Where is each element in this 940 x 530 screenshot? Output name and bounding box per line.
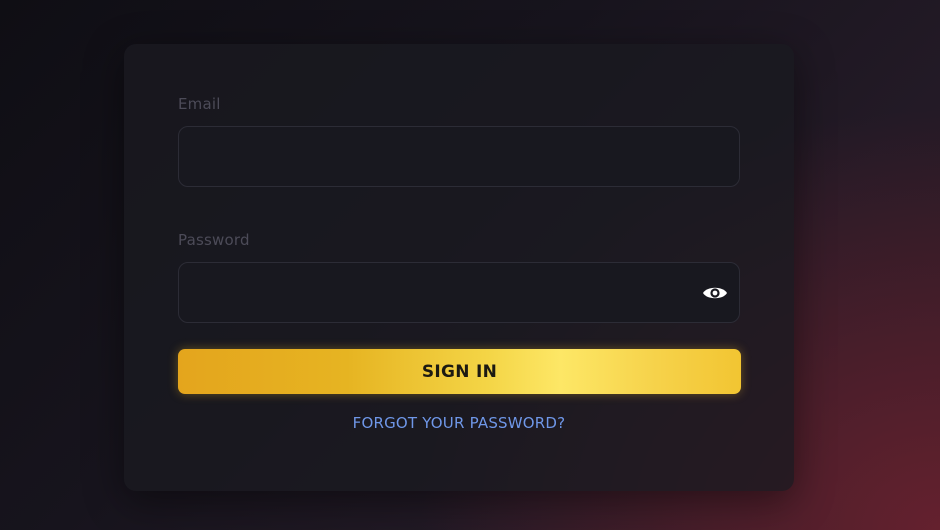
email-label: Email [178,95,221,113]
email-field[interactable] [179,127,739,186]
login-card: Email Password SIGN IN FORGOT YOUR PASSW… [124,44,794,491]
sign-in-button[interactable]: SIGN IN [178,349,741,394]
eye-icon-graphic [703,287,727,299]
forgot-password-link[interactable]: FORGOT YOUR PASSWORD? [124,414,794,432]
password-label: Password [178,231,250,249]
eye-icon[interactable] [701,280,729,306]
sign-in-label: SIGN IN [421,361,498,382]
email-field-box[interactable] [178,126,740,187]
password-field[interactable] [179,263,739,322]
password-field-box[interactable] [178,262,740,323]
